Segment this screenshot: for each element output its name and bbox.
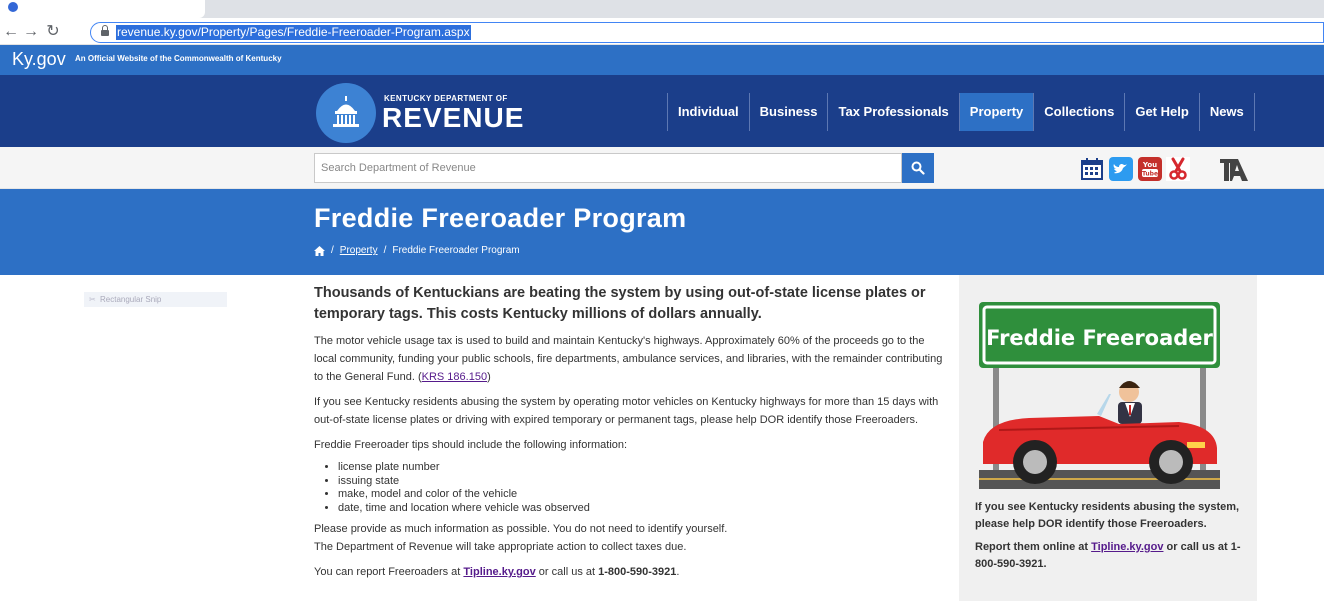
nav-business[interactable]: Business <box>748 93 828 131</box>
kygov-logo-ky: Ky <box>12 49 32 69</box>
usage-tax-end: ) <box>487 371 491 383</box>
sidebar-tipline-link[interactable]: Tipline.ky.gov <box>1091 541 1163 553</box>
svg-text:Tube: Tube <box>1142 171 1158 178</box>
rectangular-snip-label: Rectangular Snip <box>84 292 227 307</box>
reload-icon[interactable]: ↻ <box>44 23 62 41</box>
report-line-end: . <box>676 566 680 578</box>
nav-get-help[interactable]: Get Help <box>1124 93 1198 131</box>
url-text[interactable]: revenue.ky.gov/Property/Pages/Freddie-Fr… <box>116 25 471 40</box>
back-arrow-icon[interactable]: ← <box>2 23 20 41</box>
report-line-pre: You can report Freeroaders at <box>314 566 464 578</box>
twitter-icon[interactable] <box>1109 157 1133 181</box>
page-title: Freddie Freeroader Program <box>314 203 687 233</box>
list-item: date, time and location where vehicle wa… <box>338 502 944 516</box>
dept-title[interactable]: REVENUE <box>382 103 524 133</box>
main-nav: Individual Business Tax Professionals Pr… <box>667 93 1255 131</box>
search-input[interactable] <box>314 153 902 183</box>
browser-tab[interactable] <box>0 0 205 18</box>
search-button[interactable] <box>902 153 934 183</box>
tips-list: license plate number issuing state make,… <box>338 461 944 515</box>
home-icon[interactable] <box>314 245 325 256</box>
page-content: Rectangular Snip Thousands of Kentuckian… <box>0 275 1324 601</box>
forward-arrow-icon[interactable]: → <box>22 23 40 41</box>
krs-link[interactable]: KRS 186.150 <box>422 371 487 383</box>
kygov-tagline: An Official Website of the Commonwealth … <box>75 54 282 63</box>
sidebar-panel: Freddie Freeroader If you see Kentucky r… <box>959 275 1257 601</box>
sidebar-report-pre: Report them online at <box>975 541 1092 553</box>
site-header: KENTUCKY DEPARTMENT OF REVENUE Individua… <box>0 75 1324 147</box>
list-item: license plate number <box>338 461 944 475</box>
address-bar[interactable]: revenue.ky.gov/Property/Pages/Freddie-Fr… <box>90 22 1324 43</box>
sidebar-caption: If you see Kentucky residents abusing th… <box>975 501 1240 530</box>
sign-text: Freddie Freeroader <box>986 326 1213 350</box>
breadcrumb-property[interactable]: Property <box>340 245 378 256</box>
report-line-mid: or call us at <box>535 566 599 578</box>
youtube-icon[interactable]: You Tube <box>1138 157 1162 181</box>
list-item: issuing state <box>338 475 944 489</box>
sidebar-report-mid: or call us at <box>1163 541 1231 553</box>
breadcrumb-current: Freddie Freeroader Program <box>392 245 520 256</box>
nav-news[interactable]: News <box>1198 93 1255 131</box>
sidebar-report: Report them online at Tipline.ky.gov or … <box>975 539 1247 573</box>
calendar-icon[interactable] <box>1080 157 1104 181</box>
usage-tax-text: The motor vehicle usage tax is used to b… <box>314 335 943 383</box>
favicon-icon <box>8 2 18 12</box>
phone-number: 1-800-590-3921 <box>598 566 677 578</box>
kygov-logo[interactable]: Ky.gov <box>12 49 66 69</box>
kygov-bar: Ky.gov An Official Website of the Common… <box>0 45 1324 75</box>
kygov-logo-gov: .gov <box>31 49 66 69</box>
usage-tax-paragraph: The motor vehicle usage tax is used to b… <box>314 332 944 386</box>
title-banner: Freddie Freeroader Program / Property / … <box>0 189 1324 275</box>
breadcrumb: / Property / Freddie Freeroader Program <box>314 245 520 256</box>
lock-icon <box>101 25 109 37</box>
tips-intro: Freddie Freeroader tips should include t… <box>314 439 628 451</box>
freddie-freeroader-illustration: Freddie Freeroader <box>979 302 1220 489</box>
info-paragraph-2: The Department of Revenue will take appr… <box>314 541 687 553</box>
breadcrumb-separator: / <box>383 245 387 256</box>
search-row: You Tube <box>0 147 1324 189</box>
tab-strip <box>0 0 1324 18</box>
tipline-link[interactable]: Tipline.ky.gov <box>463 566 535 578</box>
nav-property[interactable]: Property <box>958 93 1034 131</box>
report-line: You can report Freeroaders at Tipline.ky… <box>314 563 944 581</box>
main-article: Thousands of Kentuckians are beating the… <box>314 283 944 588</box>
search-icon <box>911 161 925 175</box>
report-paragraph: If you see Kentucky residents abusing th… <box>314 396 939 426</box>
svg-text:You: You <box>1142 161 1157 169</box>
nav-collections[interactable]: Collections <box>1033 93 1124 131</box>
capitol-dome-icon[interactable] <box>316 83 376 143</box>
nav-individual[interactable]: Individual <box>667 93 749 131</box>
scissors-icon[interactable] <box>1166 157 1190 181</box>
ta-icon[interactable] <box>1194 157 1256 181</box>
nav-tax-professionals[interactable]: Tax Professionals <box>827 93 958 131</box>
browser-chrome: ← → ↻ revenue.ky.gov/Property/Pages/Fred… <box>0 0 1324 45</box>
breadcrumb-separator: / <box>331 245 334 256</box>
info-paragraph-1: Please provide as much information as po… <box>314 523 728 535</box>
sidebar-report-end: . <box>1043 558 1047 570</box>
list-item: make, model and color of the vehicle <box>338 488 944 502</box>
lead-paragraph: Thousands of Kentuckians are beating the… <box>314 285 926 322</box>
